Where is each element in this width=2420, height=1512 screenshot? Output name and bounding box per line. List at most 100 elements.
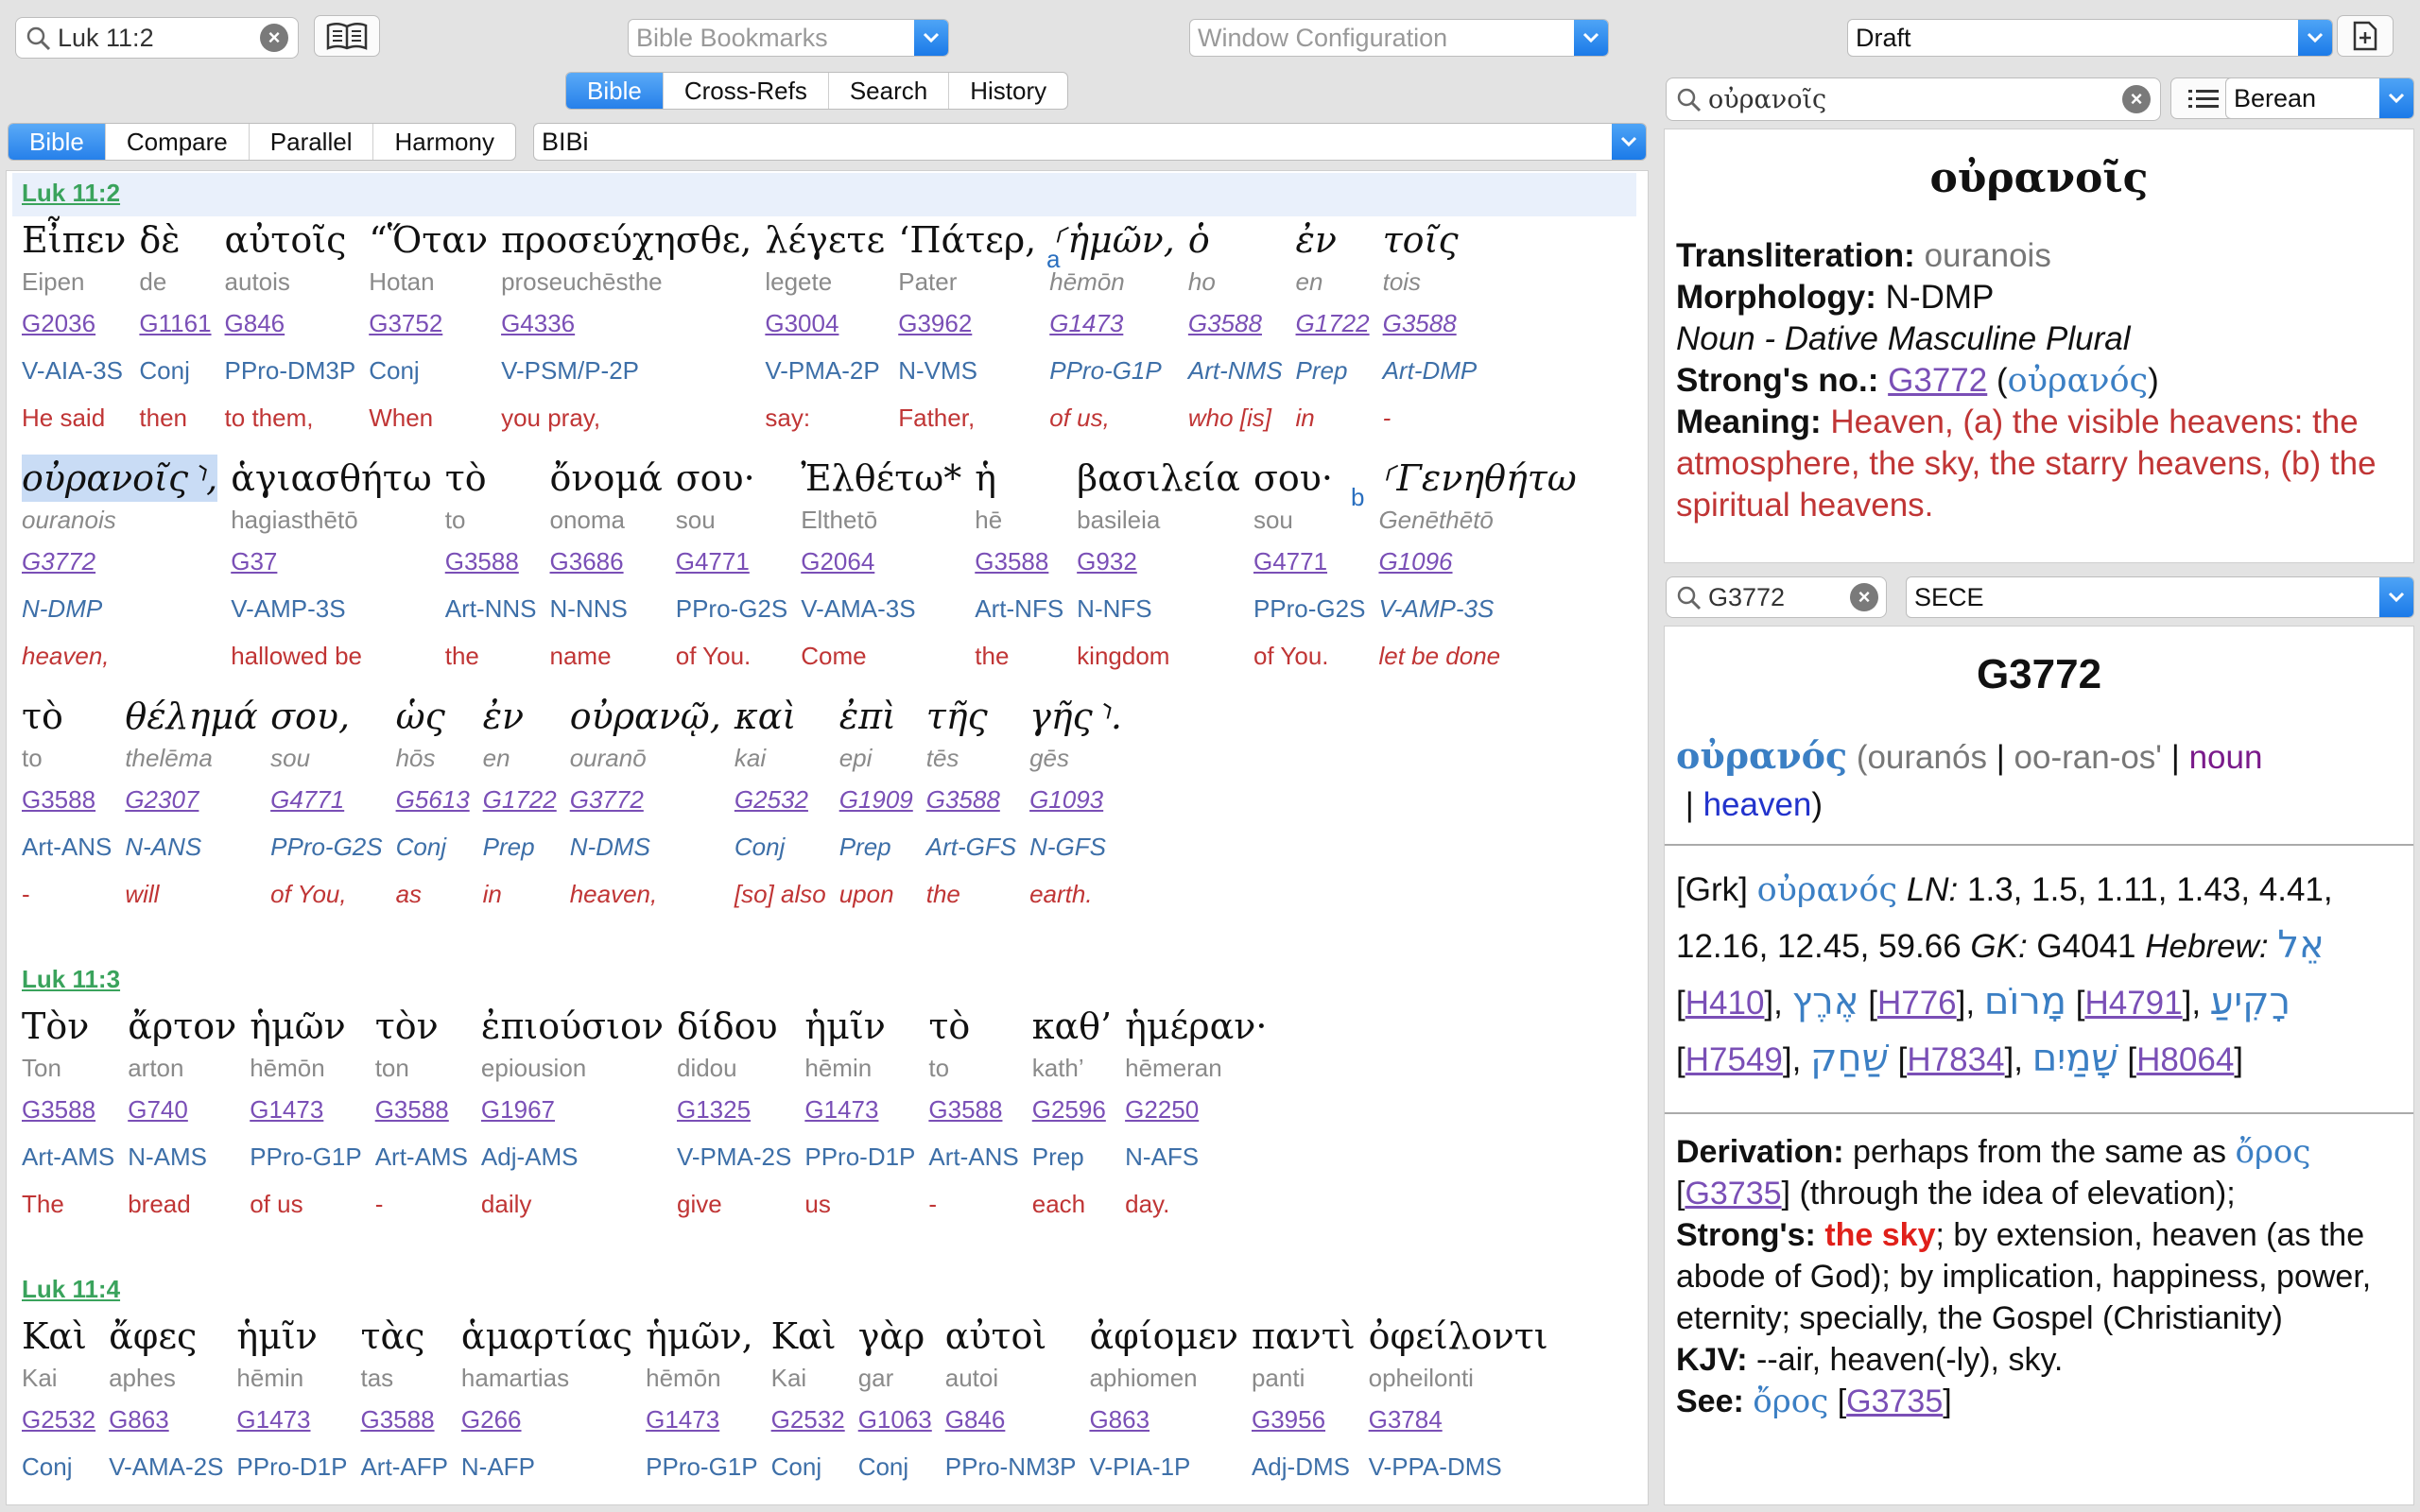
interlinear-word[interactable]: τὸ to G3588 Art-ANS - — [22, 693, 112, 918]
see-link[interactable]: G3735 — [1846, 1383, 1943, 1419]
strongs-link[interactable]: G4771 — [1253, 538, 1366, 585]
interlinear-word[interactable]: “Ὅταν Hotan G3752 Conj When — [369, 216, 488, 441]
interlinear-word[interactable]: ἄφες aphes G863 V-AMA-2S — [109, 1313, 223, 1504]
strongs-link[interactable]: G4771 — [270, 776, 383, 823]
strongs-link[interactable]: G37 — [231, 538, 432, 585]
interlinear-word[interactable]: οὐρανοῖς⸃, ouranois G3772 N-DMP heaven, — [22, 455, 218, 679]
interlinear-word[interactable]: γῆς⸃. gēs G1093 N-GFS earth. — [1029, 693, 1122, 918]
interlinear-word[interactable]: ἁγιασθήτω hagiasthētō G37 V-AMP-3S hallowed … — [231, 455, 432, 679]
open-book-button[interactable] — [314, 15, 380, 57]
strongs-link[interactable]: G1096 — [1378, 538, 1576, 585]
strongs-link[interactable]: G863 — [1089, 1396, 1238, 1443]
strongs-link[interactable]: G2532 — [735, 776, 826, 823]
interlinear-word[interactable]: ἡμῶν, hēmōn G1473 PPro-G1P — [646, 1313, 758, 1504]
interlinear-word[interactable]: ἐν en G1722 Prep in — [483, 693, 557, 918]
interlinear-word[interactable]: ⸂Γενηθήτω Genēthētō G1096 V-AMP-3S let be do… — [1378, 455, 1576, 679]
strongs-link[interactable]: G1093 — [1029, 776, 1122, 823]
interlinear-word[interactable]: τὸ to G3588 Art-NNS the — [445, 455, 537, 679]
interlinear-word[interactable]: ἄρτον arton G740 N-AMS bread — [128, 1003, 236, 1228]
strongs-link[interactable]: G3956 — [1252, 1396, 1356, 1443]
strongs-link[interactable]: G1325 — [677, 1086, 791, 1133]
reference-field[interactable]: Luk 11:2 × — [15, 17, 299, 59]
interlinear-word[interactable]: ⸂ἡμῶν, hēmōn G1473 PPro-G1P of us, — [1049, 216, 1175, 441]
interlinear-word[interactable]: ἀφίομεν aphiomen G863 V-PIA-1P — [1089, 1313, 1238, 1504]
strongs-link[interactable]: G3588 — [926, 776, 1016, 823]
strongs-link[interactable]: G3588 — [1188, 300, 1283, 347]
interlinear-word[interactable]: ἡμέραν· hēmeran G2250 N-AFS day. — [1125, 1003, 1267, 1228]
draft-dropdown[interactable]: Draft — [1847, 19, 2333, 57]
strongs-link[interactable]: G3588 — [22, 1086, 114, 1133]
interlinear-word[interactable]: σου· sou G4771 PPro-G2S of You. — [676, 455, 788, 679]
hebrew-link-3[interactable]: H7549 — [1685, 1041, 1783, 1078]
interlinear-word[interactable]: δὲ de G1161 Conj then — [139, 216, 211, 441]
strongs-link[interactable]: G3588 — [360, 1396, 447, 1443]
interlinear-word[interactable]: αὐτοὶ autoi G846 PPro-NM3P — [945, 1313, 1077, 1504]
strongs-number-link[interactable]: G3772 — [1888, 362, 1987, 399]
clear-dictionary-search-icon[interactable]: × — [1850, 583, 1878, 611]
interlinear-word[interactable]: ἁμαρτίας hamartias G266 N-AFP — [461, 1313, 632, 1504]
tab-bible[interactable]: Bible — [566, 73, 664, 109]
interlinear-word[interactable]: ἡμῖν hēmin G1473 PPro-D1P us — [804, 1003, 915, 1228]
strongs-link[interactable]: G2596 — [1032, 1086, 1112, 1133]
interlinear-word[interactable]: βασιλεία basileia G932 N-NFS kingdom — [1077, 455, 1240, 679]
interlinear-word[interactable]: Εἶπεν Eipen G2036 V-AIA-3S He said — [22, 216, 126, 441]
tab-cross-refs[interactable]: Cross-Refs — [664, 73, 829, 109]
interlinear-word[interactable]: τὰς tas G3588 Art-AFP — [360, 1313, 447, 1504]
strongs-link[interactable]: G3772 — [22, 538, 217, 585]
chevron-down-icon[interactable] — [2379, 78, 2413, 118]
lexicon-source-dropdown[interactable]: Berean — [2225, 77, 2414, 119]
clear-reference-icon[interactable]: × — [260, 24, 288, 52]
interlinear-word[interactable]: ἡμῶν hēmōn G1473 PPro-G1P of us — [250, 1003, 362, 1228]
interlinear-word[interactable]: παντὶ panti G3956 Adj-DMS — [1252, 1313, 1356, 1504]
interlinear-word[interactable]: θέλημά thelēma G2307 N-ANS will — [125, 693, 257, 918]
interlinear-word[interactable]: τὸ to G3588 Art-ANS - — [928, 1003, 1018, 1228]
chevron-down-icon[interactable] — [1574, 20, 1608, 56]
strongs-link[interactable]: G846 — [945, 1396, 1077, 1443]
version-dropdown[interactable]: BIBi — [533, 123, 1647, 161]
interlinear-word[interactable]: τὸν ton G3588 Art-AMS - — [375, 1003, 468, 1228]
tab-view-bible[interactable]: Bible — [9, 124, 106, 160]
strongs-link[interactable]: G3588 — [975, 538, 1063, 585]
dictionary-search-input[interactable]: G3772 — [1708, 583, 1785, 612]
strongs-link[interactable]: G1967 — [481, 1086, 664, 1133]
strongs-link[interactable]: G1909 — [839, 776, 913, 823]
interlinear-word[interactable]: σου, sou G4771 PPro-G2S of You, — [270, 693, 383, 918]
interlinear-word[interactable]: ἐπὶ epi G1909 Prep upon — [839, 693, 913, 918]
interlinear-word[interactable]: Καὶ Kai G2532 Conj — [22, 1313, 95, 1504]
interlinear-word[interactable]: ἐν en G1722 Prep in — [1296, 216, 1370, 441]
strongs-link[interactable]: G2064 — [801, 538, 961, 585]
interlinear-word[interactable]: αὐτοῖς autois G846 PPro-DM3P to them, — [225, 216, 356, 441]
strongs-link[interactable]: G3588 — [445, 538, 537, 585]
strongs-link[interactable]: G1473 — [646, 1396, 758, 1443]
strongs-link[interactable]: G3588 — [375, 1086, 468, 1133]
reference-input[interactable]: Luk 11:2 — [58, 24, 154, 53]
strongs-link[interactable]: G1473 — [250, 1086, 362, 1133]
strongs-link[interactable]: G1473 — [804, 1086, 915, 1133]
clear-lexicon-search-icon[interactable]: × — [2122, 85, 2151, 113]
interlinear-word[interactable]: ὁ ho G3588 Art-NMS who [is] — [1188, 216, 1283, 441]
strongs-link[interactable]: G1161 — [139, 300, 211, 347]
interlinear-word[interactable]: ὄνομά onoma G3686 N-NNS name — [550, 455, 663, 679]
tab-compare[interactable]: Compare — [106, 124, 250, 160]
interlinear-word[interactable]: σου· sou G4771 PPro-G2S of You. — [1253, 455, 1366, 679]
hebrew-link-1[interactable]: H776 — [1877, 985, 1957, 1022]
chevron-down-icon[interactable] — [914, 20, 948, 56]
interlinear-word[interactable]: λέγετε legete G3004 V-PMA-2P say: — [765, 216, 885, 441]
strongs-link[interactable]: G3784 — [1369, 1396, 1548, 1443]
interlinear-word[interactable]: ὡς hōs G5613 Conj as — [396, 693, 470, 918]
strongs-link[interactable]: G3772 — [570, 776, 721, 823]
strongs-link[interactable]: G3752 — [369, 300, 488, 347]
hebrew-link-4[interactable]: H7834 — [1907, 1041, 2004, 1078]
strongs-link[interactable]: G3588 — [1383, 300, 1478, 347]
strongs-link[interactable]: G1063 — [858, 1396, 932, 1443]
strongs-link[interactable]: G266 — [461, 1396, 632, 1443]
strongs-link[interactable]: G1722 — [1296, 300, 1370, 347]
strongs-link[interactable]: G3686 — [550, 538, 663, 585]
interlinear-word[interactable]: ‘Πάτερ, Pater G3962 N-VMS Father, — [898, 216, 1036, 441]
strongs-link[interactable]: G5613 — [396, 776, 470, 823]
strongs-link[interactable]: G4771 — [676, 538, 788, 585]
strongs-link[interactable]: G1722 — [483, 776, 557, 823]
hebrew-link-0[interactable]: H410 — [1685, 985, 1765, 1022]
dictionary-source-dropdown[interactable]: SECE — [1906, 576, 2414, 618]
derivation-link[interactable]: G3735 — [1685, 1176, 1781, 1211]
